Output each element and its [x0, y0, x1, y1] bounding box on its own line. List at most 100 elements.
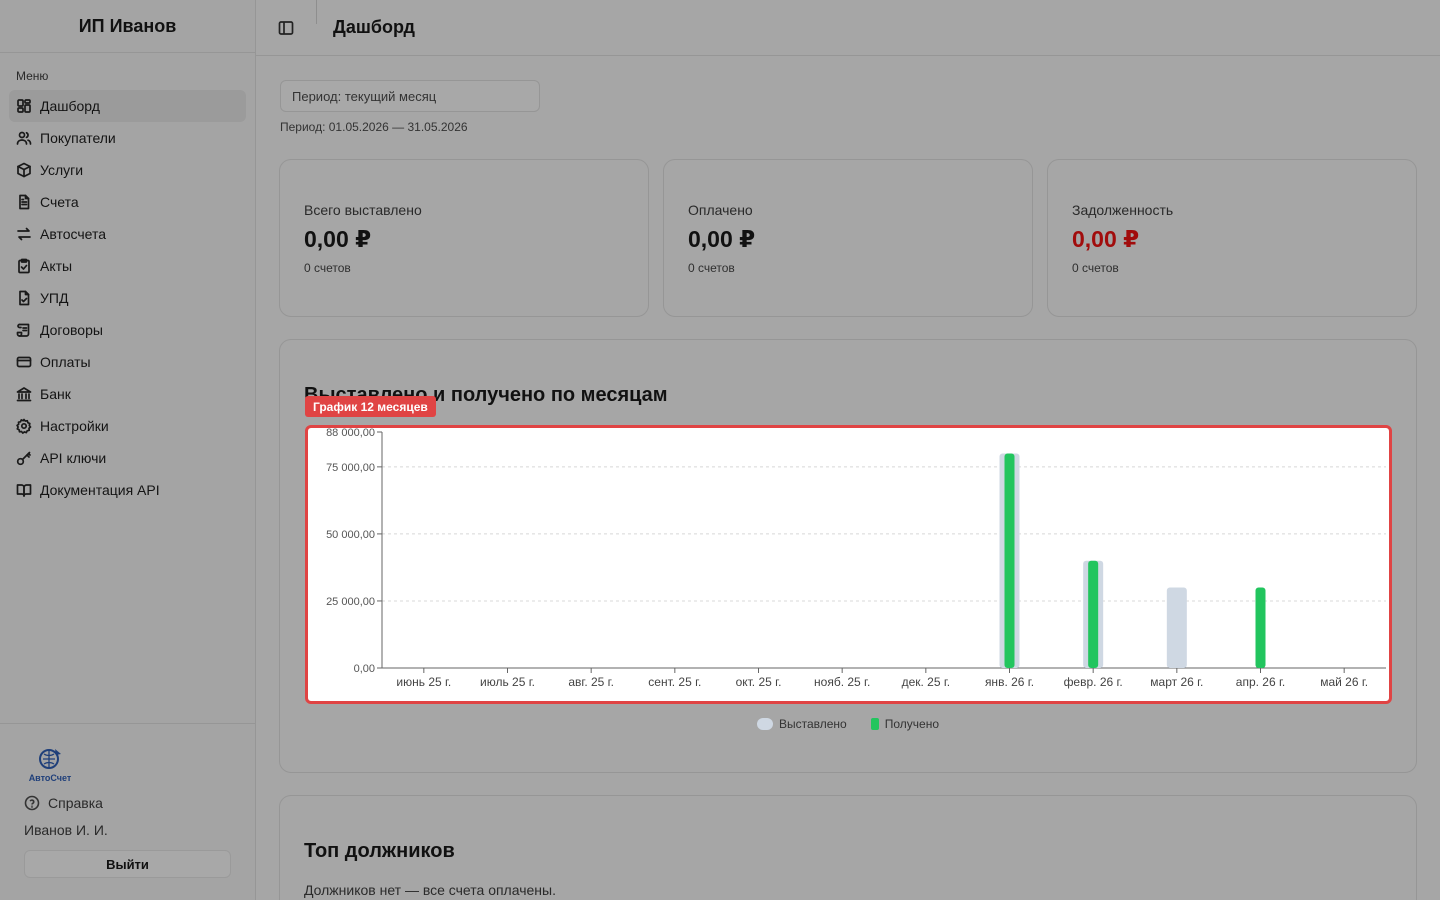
x-tick-label: дек. 25 г.: [902, 675, 951, 689]
header-divider: [316, 0, 317, 24]
chart-area: 0,00 25 000,00 50 000,00 75 000,00 88 000,00…: [305, 425, 1392, 704]
legend-label-issued: Выставлено: [778, 717, 847, 731]
brand-name: ИП Иванов: [0, 0, 255, 53]
credit-card-icon: [16, 354, 32, 370]
sidebar-item-label: Автосчета: [40, 226, 107, 242]
sidebar-item-acts[interactable]: Акты: [9, 250, 246, 282]
card-debt: Задолженность 0,00 ₽ 0 счетов: [1047, 159, 1417, 317]
sidebar-item-customers[interactable]: Покупатели: [9, 122, 246, 154]
logo-icon: [39, 749, 61, 769]
bank-icon: [16, 386, 32, 402]
y-tick-label: 88 000,00: [326, 428, 375, 439]
clipboard-check-icon: [16, 258, 32, 274]
debtors-empty-text: Должников нет — все счета оплачены.: [304, 882, 556, 898]
sidebar-item-contracts[interactable]: Договоры: [9, 314, 246, 346]
sidebar-item-label: Оплаты: [40, 354, 91, 370]
sidebar-item-label: API ключи: [40, 450, 107, 466]
document-icon: [16, 194, 32, 210]
users-icon: [16, 130, 32, 146]
sidebar-item-auto-invoices[interactable]: Автосчета: [9, 218, 246, 250]
y-tick-label: 75 000,00: [326, 462, 375, 474]
x-tick-label: авг. 25 г.: [568, 675, 614, 689]
chart-badge: График 12 месяцев: [305, 396, 436, 417]
bar-received: [1255, 587, 1266, 668]
file-check-icon: [16, 290, 32, 306]
sidebar-item-bank[interactable]: Банк: [9, 378, 246, 410]
legend-swatch-issued: [756, 718, 773, 730]
monthly-chart-card: Выставлено и получено по месяцам График …: [279, 339, 1417, 773]
card-total-issued: Всего выставлено 0,00 ₽ 0 счетов: [279, 159, 649, 317]
y-tick-label: 0,00: [354, 663, 375, 675]
sidebar-footer: АвтоСчет Справка Иванов И. И. Выйти: [0, 723, 255, 900]
x-tick-label: февр. 26 г.: [1064, 675, 1123, 689]
sidebar-item-dashboard[interactable]: Дашборд: [9, 90, 246, 122]
x-tick-label: май 26 г.: [1320, 675, 1368, 689]
x-tick-label: сент. 25 г.: [648, 675, 701, 689]
user-name: Иванов И. И.: [24, 822, 108, 838]
card-value: 0,00 ₽: [1072, 226, 1140, 252]
sidebar-item-label: Настройки: [40, 418, 109, 434]
help-label: Справка: [48, 795, 103, 811]
legend-item-issued[interactable]: Выставлено: [756, 717, 847, 731]
sidebar-item-payments[interactable]: Оплаты: [9, 346, 246, 378]
legend-item-received[interactable]: Получено: [870, 717, 939, 731]
logout-button[interactable]: Выйти: [24, 850, 231, 878]
y-tick-label: 50 000,00: [326, 529, 375, 541]
sidebar-item-label: Банк: [40, 386, 71, 402]
card-label: Всего выставлено: [304, 202, 422, 218]
sidebar: ИП Иванов Меню Дашборд Покупатели Услуги…: [0, 0, 256, 900]
gear-icon: [16, 418, 32, 434]
card-count: 0 счетов: [304, 261, 351, 275]
x-tick-label: март 26 г.: [1150, 675, 1203, 689]
bar-received: [1004, 453, 1015, 668]
sidebar-item-label: Услуги: [40, 162, 84, 178]
sidebar-item-services[interactable]: Услуги: [9, 154, 246, 186]
card-label: Задолженность: [1072, 202, 1174, 218]
sidebar-item-upd[interactable]: УПД: [9, 282, 246, 314]
card-value: 0,00 ₽: [304, 226, 372, 252]
x-tick-label: апр. 26 г.: [1236, 675, 1285, 689]
period-caption: Период: 01.05.2026 — 31.05.2026: [280, 120, 468, 134]
sidebar-item-settings[interactable]: Настройки: [9, 410, 246, 442]
bar-received: [1088, 560, 1099, 668]
page-title: Дашборд: [333, 17, 415, 37]
legend-swatch-received: [870, 718, 879, 730]
bar-chart: 0,00 25 000,00 50 000,00 75 000,00 88 000,00…: [326, 428, 1386, 689]
dashboard-icon: [16, 98, 32, 114]
sidebar-toggle-icon: [278, 20, 294, 35]
sidebar-menu: Дашборд Покупатели Услуги Счета Автосчет…: [0, 90, 255, 506]
menu-title: Меню: [16, 69, 49, 83]
legend-label-received: Получено: [884, 717, 939, 731]
sidebar-item-invoices[interactable]: Счета: [9, 186, 246, 218]
x-tick-label: янв. 26 г.: [985, 675, 1034, 689]
sidebar-item-api-keys[interactable]: API ключи: [9, 442, 246, 474]
x-tick-label: нояб. 25 г.: [814, 675, 870, 689]
x-tick-label: июнь 25 г.: [396, 675, 451, 689]
card-paid: Оплачено 0,00 ₽ 0 счетов: [663, 159, 1033, 317]
help-link[interactable]: Справка: [24, 794, 231, 812]
book-icon: [16, 482, 32, 498]
card-count: 0 счетов: [1072, 261, 1119, 275]
box-icon: [16, 162, 32, 178]
top-debtors-card: Топ должников Должников нет — все счета …: [279, 795, 1417, 900]
help-icon: [24, 795, 40, 811]
sidebar-toggle-button[interactable]: [278, 19, 296, 37]
sidebar-item-api-docs[interactable]: Документация API: [9, 474, 246, 506]
sidebar-item-label: Дашборд: [40, 98, 100, 114]
card-value: 0,00 ₽: [688, 226, 756, 252]
y-tick-label: 25 000,00: [326, 596, 375, 608]
bar-issued: [1166, 587, 1187, 668]
card-count: 0 счетов: [688, 261, 735, 275]
card-label: Оплачено: [688, 202, 753, 218]
period-select[interactable]: Период: текущий месяц: [280, 80, 540, 112]
scroll-icon: [16, 322, 32, 338]
key-icon: [16, 450, 32, 466]
debtors-title: Топ должников: [304, 840, 455, 862]
x-tick-label: окт. 25 г.: [736, 675, 782, 689]
chart-legend: Выставлено Получено: [280, 717, 1416, 731]
top-header: Дашборд: [256, 0, 1440, 56]
x-tick-label: июль 25 г.: [480, 675, 535, 689]
sidebar-item-label: Счета: [40, 194, 79, 210]
app-logo: АвтоСчет: [24, 746, 76, 786]
logo-text: АвтоСчет: [28, 773, 72, 783]
